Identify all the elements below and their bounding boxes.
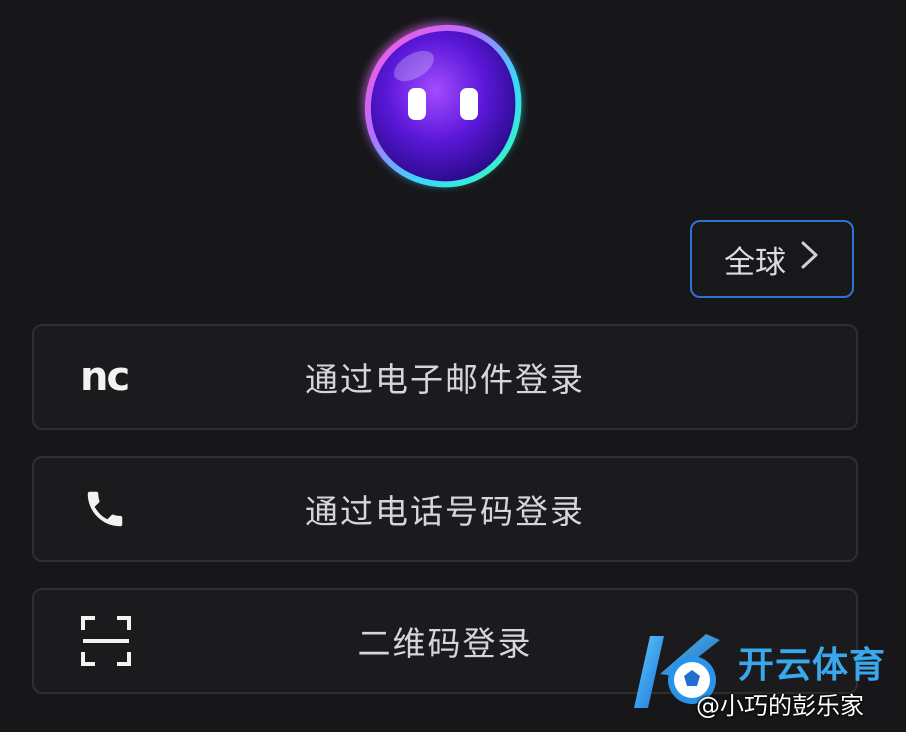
region-label: 全球: [724, 244, 786, 281]
qr-login-button[interactable]: 二维码登录: [32, 588, 858, 694]
phone-login-label: 通过电话号码登录: [305, 492, 585, 531]
email-login-button[interactable]: nc 通过电子邮件登录: [32, 324, 858, 430]
mascot-icon: [352, 16, 530, 194]
qr-login-label: 二维码登录: [357, 624, 533, 663]
email-login-label: 通过电子邮件登录: [305, 360, 585, 399]
watermark-credit: @小巧的彭乐家: [696, 692, 864, 720]
chevron-right-icon: [800, 240, 820, 278]
phone-login-button[interactable]: 通过电话号码登录: [32, 456, 858, 562]
region-select-button[interactable]: 全球: [690, 220, 854, 298]
watermark-brand: 开云体育: [738, 645, 887, 686]
